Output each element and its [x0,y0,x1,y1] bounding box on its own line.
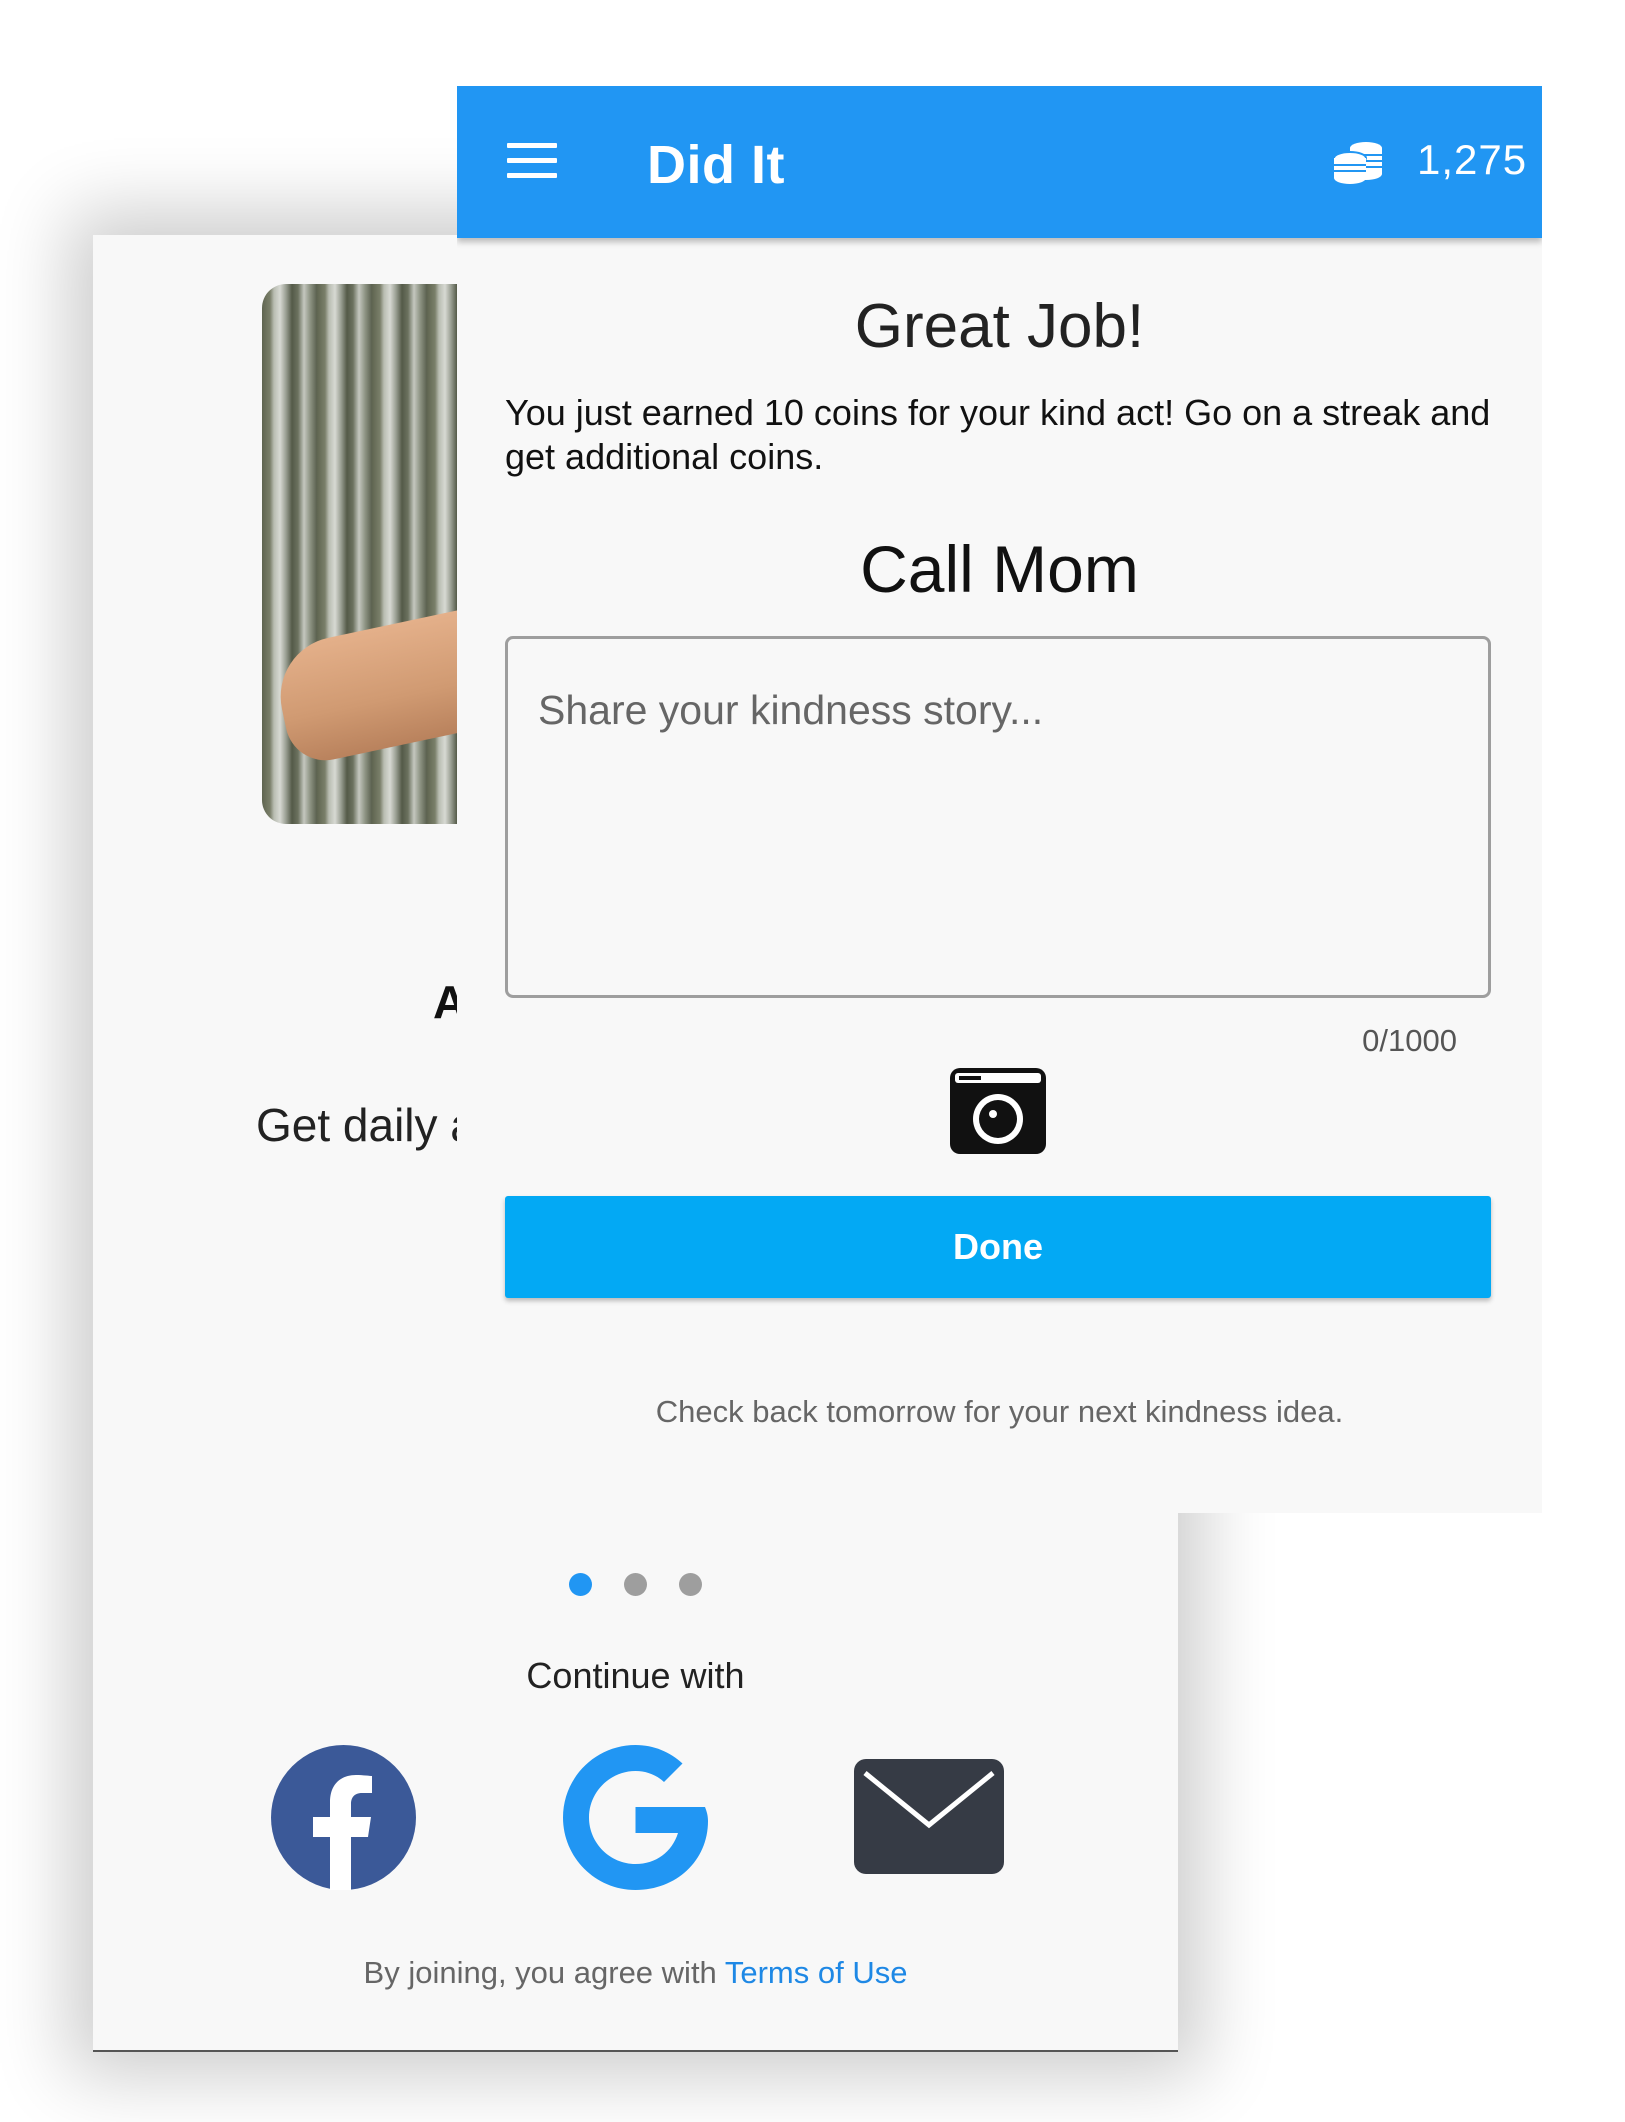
app-title: Did It [647,135,785,195]
facebook-icon [271,1745,416,1890]
completion-screen: Did It 1,275 Great Job! You just earned … [457,86,1542,1513]
done-button[interactable]: Done [505,1196,1491,1298]
carousel-dot-3[interactable] [679,1573,702,1596]
carousel-dot-1[interactable] [569,1573,592,1596]
terms-notice: By joining, you agree with Terms of Use [93,1955,1178,1991]
carousel-dot-2[interactable] [624,1573,647,1596]
google-icon [563,1745,708,1890]
app-bar: Did It 1,275 [457,86,1542,238]
next-idea-note: Check back tomorrow for your next kindne… [655,1394,1344,1429]
terms-prefix: By joining, you agree with [363,1955,725,1990]
coin-balance: 1,275 [1417,136,1528,183]
email-login-button[interactable] [851,1745,1004,1890]
coins-stack-icon [1330,140,1386,186]
continue-with-label: Continue with [526,1655,745,1696]
onboarding-subtitle: Get daily a [256,1099,476,1151]
terms-of-use-link[interactable]: Terms of Use [725,1955,908,1990]
character-counter: 0/1000 [1362,1023,1457,1058]
task-title: Call Mom [860,532,1139,606]
kindness-story-input[interactable] [505,636,1491,998]
email-icon [854,1759,1004,1874]
google-login-button[interactable] [563,1745,708,1890]
camera-icon[interactable] [949,1067,1047,1155]
carousel-dots [93,1573,1178,1596]
facebook-login-button[interactable] [271,1745,416,1890]
earned-coins-message: You just earned 10 coins for your kind a… [505,392,1491,477]
hamburger-menu-icon[interactable] [507,143,557,179]
completion-heading: Great Job! [854,292,1145,361]
